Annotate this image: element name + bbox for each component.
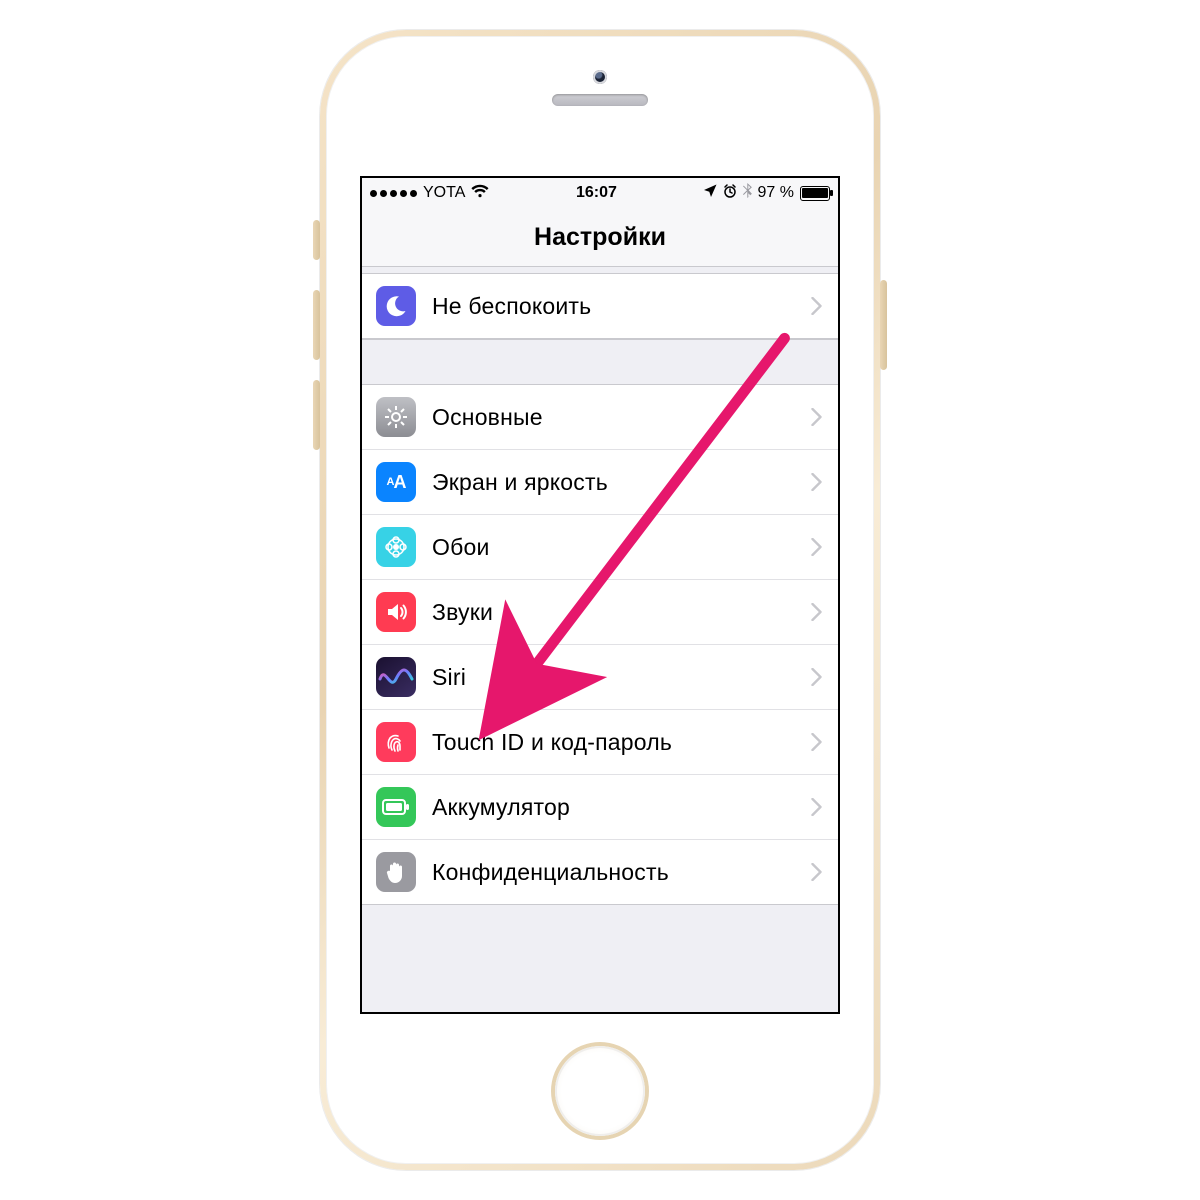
row-label: Звуки	[432, 599, 811, 626]
row-battery[interactable]: Аккумулятор	[362, 775, 838, 840]
bluetooth-icon	[743, 183, 752, 203]
location-icon	[704, 184, 717, 202]
siri-icon	[376, 657, 416, 697]
home-button[interactable]	[555, 1046, 645, 1136]
signal-strength-icon	[370, 190, 417, 197]
navigation-bar: Настройки	[362, 208, 838, 267]
row-privacy[interactable]: Конфиденциальность	[362, 840, 838, 905]
mute-switch	[313, 220, 320, 260]
battery-percent-label: 97 %	[758, 184, 794, 202]
row-do-not-disturb[interactable]: Не беспокоить	[362, 274, 838, 339]
chevron-right-icon	[811, 297, 822, 315]
hand-icon	[376, 852, 416, 892]
row-label: Siri	[432, 664, 811, 691]
volume-up-button	[313, 290, 320, 360]
chevron-right-icon	[811, 798, 822, 816]
battery-icon	[376, 787, 416, 827]
chevron-right-icon	[811, 408, 822, 426]
page-title: Настройки	[534, 223, 666, 252]
earpiece-speaker	[552, 94, 648, 106]
chevron-right-icon	[811, 863, 822, 881]
settings-group-1: Не беспокоить	[362, 273, 838, 339]
row-label: Основные	[432, 404, 811, 431]
moon-icon	[376, 286, 416, 326]
row-label: Экран и яркость	[432, 469, 811, 496]
group-separator	[362, 339, 838, 385]
chevron-right-icon	[811, 733, 822, 751]
sounds-icon	[376, 592, 416, 632]
screen: YOTA 16:07 97 %	[360, 176, 840, 1014]
chevron-right-icon	[811, 538, 822, 556]
row-label: Аккумулятор	[432, 794, 811, 821]
row-touch-id[interactable]: Touch ID и код-пароль	[362, 710, 838, 775]
chevron-right-icon	[811, 473, 822, 491]
row-label: Обои	[432, 534, 811, 561]
clock-label: 16:07	[576, 184, 617, 202]
power-button	[880, 280, 887, 370]
phone-frame: YOTA 16:07 97 %	[320, 30, 880, 1170]
row-siri[interactable]: Siri	[362, 645, 838, 710]
carrier-label: YOTA	[423, 184, 465, 202]
display-icon: AA	[376, 462, 416, 502]
settings-group-2: Основные AA Экран и яркость	[362, 385, 838, 905]
chevron-right-icon	[811, 603, 822, 621]
status-bar: YOTA 16:07 97 %	[362, 178, 838, 208]
row-wallpaper[interactable]: Обои	[362, 515, 838, 580]
gear-icon	[376, 397, 416, 437]
row-sounds[interactable]: Звуки	[362, 580, 838, 645]
wallpaper-icon	[376, 527, 416, 567]
volume-down-button	[313, 380, 320, 450]
row-label: Не беспокоить	[432, 293, 811, 320]
fingerprint-icon	[376, 722, 416, 762]
alarm-icon	[723, 184, 737, 203]
front-camera	[593, 70, 607, 84]
settings-list[interactable]: Не беспокоить Основные	[362, 273, 838, 905]
battery-icon	[800, 186, 830, 201]
row-label: Конфиденциальность	[432, 859, 811, 886]
row-label: Touch ID и код-пароль	[432, 729, 811, 756]
row-display[interactable]: AA Экран и яркость	[362, 450, 838, 515]
wifi-icon	[471, 184, 489, 203]
chevron-right-icon	[811, 668, 822, 686]
row-general[interactable]: Основные	[362, 385, 838, 450]
